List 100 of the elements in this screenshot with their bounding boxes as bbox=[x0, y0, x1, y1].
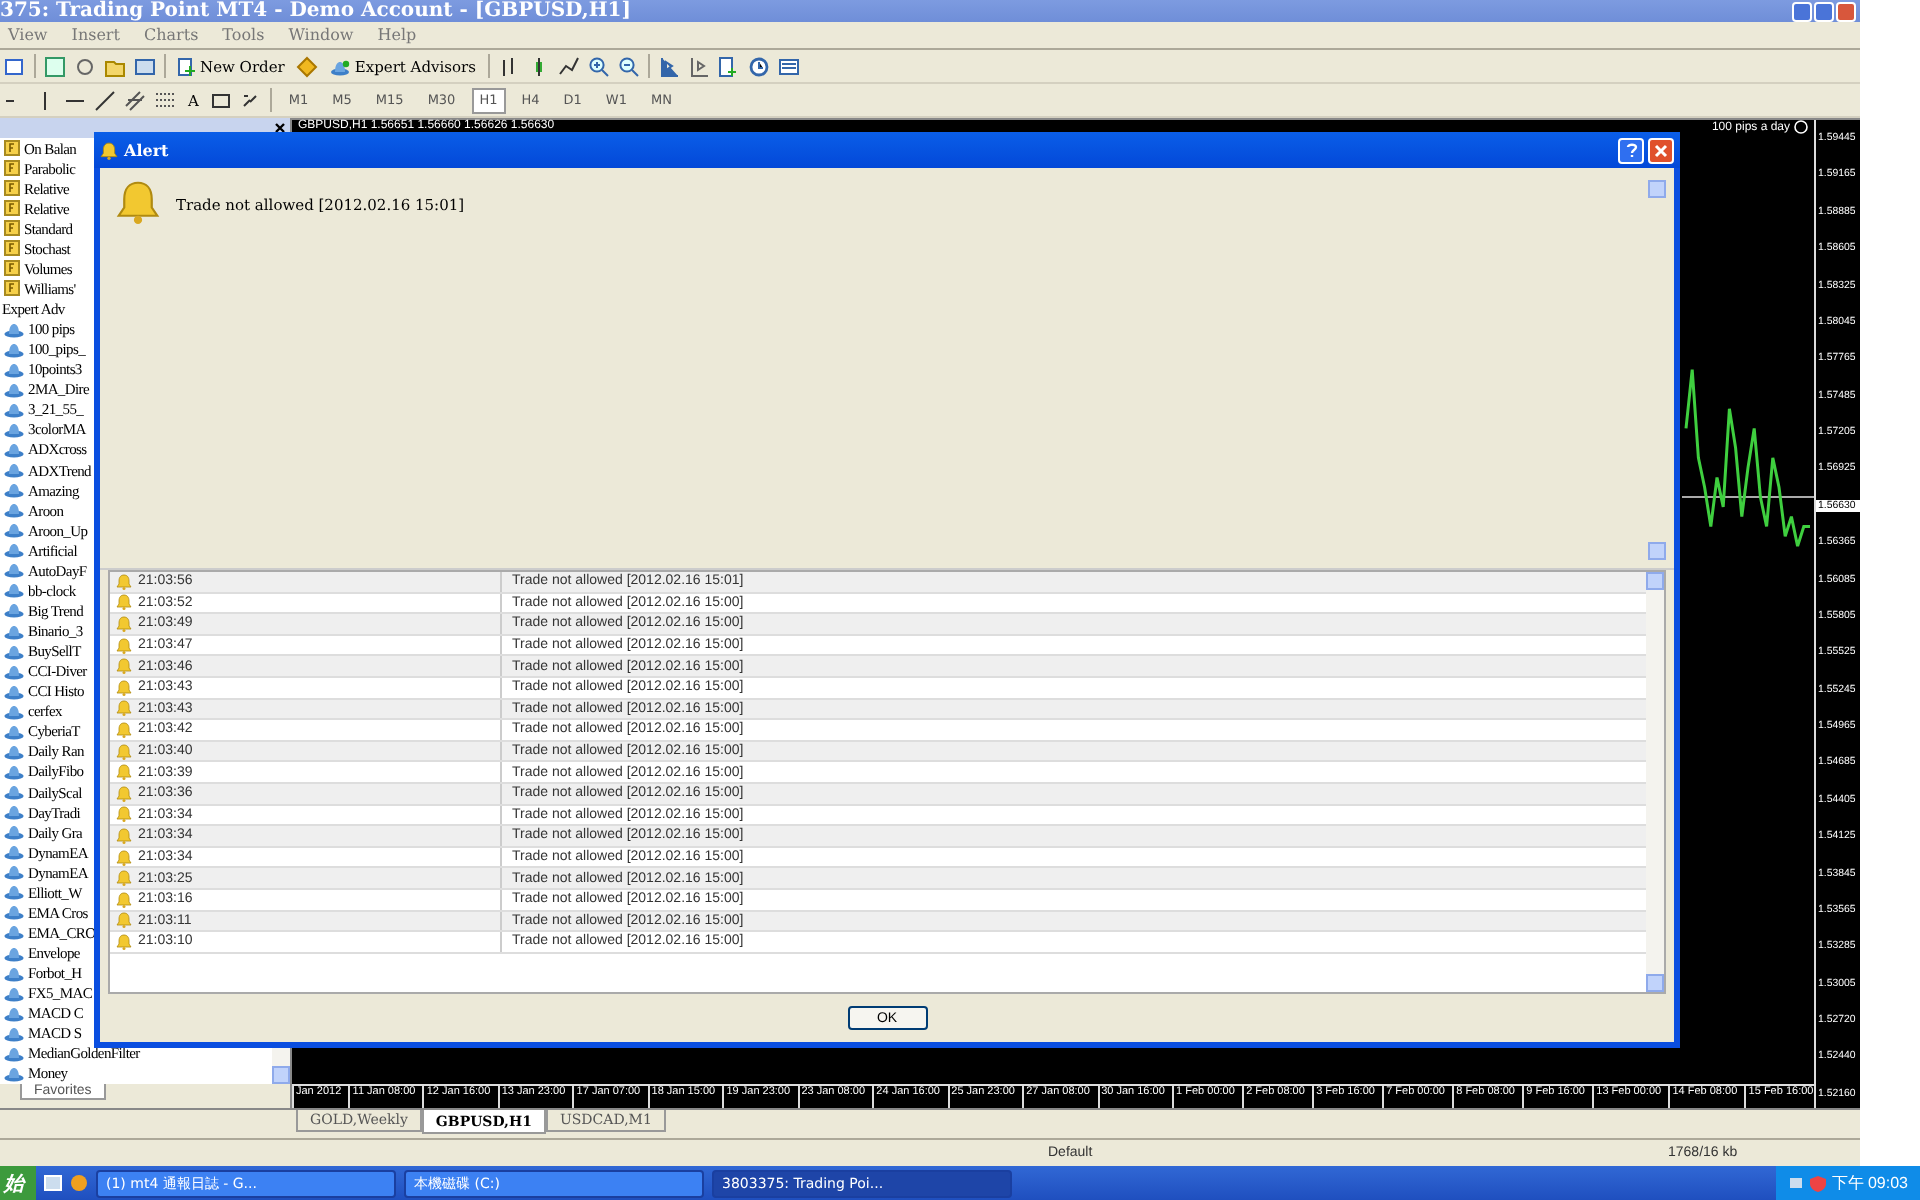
maximize-button[interactable] bbox=[1814, 1, 1834, 21]
dialog-title: Alert bbox=[124, 140, 169, 160]
hat-icon bbox=[4, 884, 24, 901]
hat-icon bbox=[4, 743, 24, 760]
close-button[interactable] bbox=[1648, 137, 1674, 163]
clock-icon[interactable] bbox=[747, 55, 770, 77]
line-chart-icon[interactable] bbox=[557, 55, 580, 77]
indicator-icon bbox=[4, 140, 20, 157]
hat-icon bbox=[4, 1045, 24, 1062]
autoscroll-icon[interactable] bbox=[687, 55, 710, 77]
hat-icon bbox=[4, 703, 24, 720]
chart-icon[interactable] bbox=[44, 55, 66, 77]
channel-icon[interactable] bbox=[124, 89, 146, 111]
hat-icon bbox=[4, 361, 24, 378]
bell-icon bbox=[116, 594, 132, 611]
bell-icon bbox=[100, 141, 118, 159]
hat-icon bbox=[4, 562, 24, 579]
window-title: 375: Trading Point MT4 - Demo Account - [GBPUSD,H1] bbox=[0, 0, 631, 22]
hat-icon bbox=[4, 763, 24, 780]
hat-icon bbox=[4, 1025, 24, 1042]
indicator-icon bbox=[4, 160, 20, 177]
hat-icon bbox=[4, 804, 24, 821]
hat-icon bbox=[4, 784, 24, 801]
bell-icon bbox=[116, 933, 132, 950]
bell-icon bbox=[116, 806, 132, 823]
new-chart-icon[interactable] bbox=[4, 55, 26, 77]
bell-icon bbox=[116, 180, 160, 224]
hat-icon bbox=[4, 945, 24, 962]
indicator-icon bbox=[4, 200, 20, 217]
hat-icon bbox=[4, 623, 24, 640]
zoom-in-icon[interactable] bbox=[587, 55, 610, 77]
bell-icon bbox=[116, 573, 132, 590]
hat-icon bbox=[4, 462, 24, 479]
close-icon[interactable] bbox=[274, 122, 286, 134]
indicator-icon bbox=[4, 220, 20, 237]
close-button[interactable] bbox=[1836, 1, 1856, 21]
bell-icon bbox=[116, 912, 132, 929]
diamond-icon[interactable] bbox=[296, 55, 319, 77]
menu-item[interactable]: Charts bbox=[143, 26, 199, 44]
menu-item[interactable]: Insert bbox=[71, 26, 120, 44]
hat-icon bbox=[4, 381, 24, 398]
bell-icon bbox=[116, 637, 132, 654]
chart-shift-icon[interactable] bbox=[657, 55, 680, 77]
window-icon[interactable] bbox=[134, 55, 156, 77]
hat-icon bbox=[4, 482, 24, 499]
bell-icon bbox=[116, 615, 132, 632]
hat-icon bbox=[4, 844, 24, 861]
hat-icon bbox=[4, 965, 24, 982]
hat-icon bbox=[4, 602, 24, 619]
hat-icon bbox=[4, 643, 24, 660]
hat-icon bbox=[4, 924, 24, 941]
crosshair-icon[interactable] bbox=[74, 55, 96, 77]
hat-icon bbox=[4, 824, 24, 841]
bell-icon bbox=[116, 743, 132, 760]
hat-icon bbox=[4, 401, 24, 418]
minimize-button[interactable] bbox=[1792, 1, 1812, 21]
hat-icon bbox=[4, 421, 24, 438]
hat-icon bbox=[4, 1005, 24, 1022]
desktop-icon[interactable] bbox=[44, 1174, 62, 1192]
bell-icon bbox=[116, 870, 132, 887]
indicator-icon bbox=[4, 260, 20, 277]
bell-icon bbox=[116, 827, 132, 844]
bell-icon bbox=[116, 700, 132, 717]
bell-icon bbox=[116, 764, 132, 781]
hat-icon bbox=[4, 321, 24, 338]
bell-icon bbox=[116, 721, 132, 738]
indicators-icon[interactable] bbox=[717, 55, 740, 77]
help-button[interactable] bbox=[1618, 137, 1644, 163]
hat-icon bbox=[4, 683, 24, 700]
hat-icon bbox=[4, 542, 24, 559]
menu-item[interactable]: View bbox=[8, 26, 48, 44]
start-button[interactable]: 始 bbox=[0, 1166, 36, 1200]
folder-icon[interactable] bbox=[104, 55, 126, 77]
indicator-icon bbox=[4, 280, 20, 297]
hat-icon bbox=[4, 582, 24, 599]
indicator-icon bbox=[4, 240, 20, 257]
hat-icon bbox=[4, 904, 24, 921]
hat-icon bbox=[4, 723, 24, 740]
hat-icon bbox=[330, 57, 351, 75]
scrollbar[interactable] bbox=[1646, 572, 1664, 992]
template-icon[interactable] bbox=[777, 55, 800, 77]
fibonacci-icon[interactable] bbox=[154, 89, 176, 111]
bell-icon bbox=[116, 679, 132, 696]
hat-icon bbox=[4, 341, 24, 358]
indicator-icon bbox=[4, 180, 20, 197]
bell-icon bbox=[116, 891, 132, 908]
help-icon bbox=[1625, 142, 1637, 158]
menu-item[interactable]: Window bbox=[288, 26, 354, 44]
bell-icon bbox=[116, 658, 132, 675]
close-icon bbox=[1654, 143, 1668, 157]
menu-item[interactable]: Tools bbox=[222, 26, 265, 44]
menu-item[interactable]: Help bbox=[377, 26, 417, 44]
clock: 下午 09:03 bbox=[1831, 1172, 1908, 1194]
hat-icon bbox=[4, 502, 24, 519]
hat-icon bbox=[4, 1065, 24, 1082]
hat-icon bbox=[4, 441, 24, 458]
hat-icon bbox=[4, 864, 24, 881]
scrollbar[interactable] bbox=[1648, 180, 1666, 560]
zoom-out-icon[interactable] bbox=[617, 55, 640, 77]
trendline-icon[interactable] bbox=[94, 89, 116, 111]
